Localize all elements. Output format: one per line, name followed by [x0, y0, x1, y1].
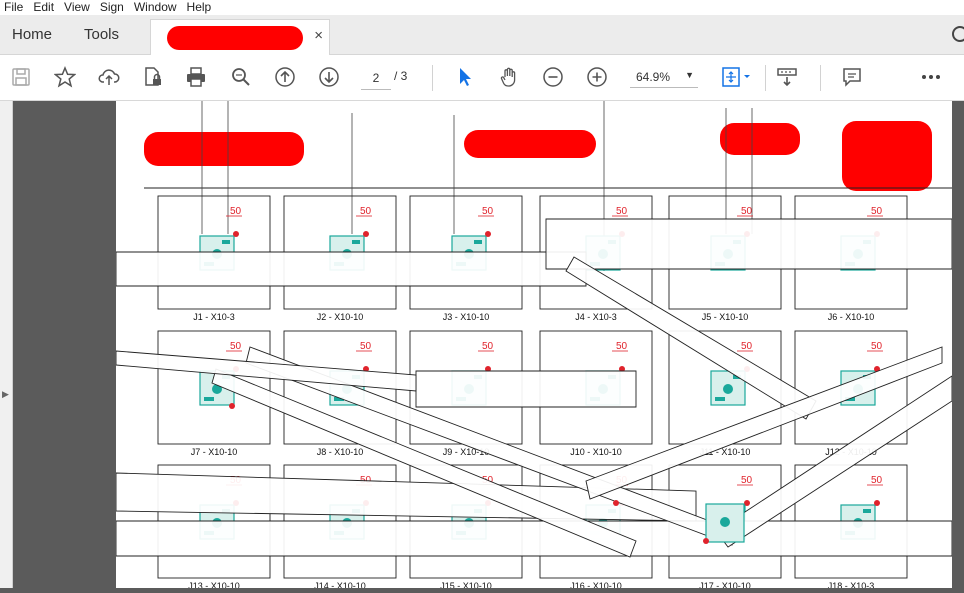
tab-bar: Home Tools × [0, 15, 964, 55]
fit-page-icon[interactable] [718, 64, 756, 90]
dimension-node [485, 231, 491, 237]
dimension-label: 50 [741, 475, 753, 486]
dimension-label: 50 [741, 206, 753, 217]
help-search-icon[interactable] [950, 25, 964, 50]
zoom-search-icon[interactable] [228, 64, 254, 90]
dimension-node [233, 231, 239, 237]
fitting-center [720, 517, 730, 527]
tab-close-button[interactable]: × [314, 27, 323, 44]
redaction-mark [842, 121, 932, 191]
zoom-level-select[interactable]: 64.9% ▼ [630, 67, 698, 88]
menu-view[interactable]: View [60, 0, 94, 15]
menu-bar: File Edit View Sign Window Help [0, 0, 964, 15]
zoom-level-value: 64.9% [636, 70, 671, 84]
menu-edit[interactable]: Edit [29, 0, 58, 15]
bookmark-star-icon[interactable] [52, 64, 78, 90]
joint-label: J14 - X10-10 [314, 581, 366, 588]
joint-label: J4 - X10-3 [575, 312, 617, 322]
joint-label: J16 - X10-10 [570, 581, 622, 588]
fitting-mark [204, 397, 214, 401]
protect-file-icon[interactable] [140, 64, 166, 90]
dimension-label: 50 [871, 206, 883, 217]
dimension-node [744, 500, 750, 506]
dimension-label: 50 [482, 341, 494, 352]
page-number-input[interactable] [361, 67, 391, 90]
pipe-run [545, 218, 953, 270]
tab-tools[interactable]: Tools [84, 15, 119, 54]
page-total: / 3 [394, 69, 408, 83]
redaction-mark [144, 132, 304, 166]
fitting-mark [863, 509, 871, 513]
zoom-out-icon[interactable] [540, 64, 566, 90]
redaction-mark [167, 26, 303, 50]
fitting-mark [715, 397, 725, 401]
dimension-node [874, 500, 880, 506]
dimension-label: 50 [360, 206, 372, 217]
toolbar-divider [765, 65, 766, 91]
more-icon[interactable] [918, 64, 944, 90]
toolbar-divider [820, 65, 821, 91]
menu-window[interactable]: Window [130, 0, 181, 15]
chevron-down-icon: ▼ [685, 70, 694, 80]
hand-tool-icon[interactable] [496, 64, 522, 90]
redaction-mark [464, 130, 596, 158]
page-up-icon[interactable] [272, 64, 298, 90]
joint-label: J2 - X10-10 [317, 312, 364, 322]
joint-label: J1 - X10-3 [193, 312, 235, 322]
scroll-mode-icon[interactable] [774, 64, 800, 90]
select-cursor-icon[interactable] [452, 64, 478, 90]
fitting-center [723, 384, 733, 394]
pipe-run [115, 520, 953, 557]
pipe-run [115, 251, 587, 287]
joint-label: J8 - X10-10 [317, 447, 364, 457]
pipe-run [415, 370, 637, 408]
dimension-label: 50 [871, 341, 883, 352]
dimension-label: 50 [230, 206, 242, 217]
expand-panel-icon[interactable]: ▶ [2, 389, 9, 400]
joint-label: J6 - X10-10 [828, 312, 875, 322]
left-panel-collapsed[interactable]: ▶ [0, 101, 13, 588]
save-icon[interactable] [8, 64, 34, 90]
upload-cloud-icon[interactable] [96, 64, 122, 90]
page-down-icon[interactable] [316, 64, 342, 90]
dimension-label: 50 [230, 341, 242, 352]
joint-label: J7 - X10-10 [191, 447, 238, 457]
joint-label: J10 - X10-10 [570, 447, 622, 457]
tab-document[interactable]: × [150, 19, 330, 55]
joint-label: J15 - X10-10 [440, 581, 492, 588]
dimension-label: 50 [482, 206, 494, 217]
dimension-node [229, 403, 235, 409]
joint-label: J5 - X10-10 [702, 312, 749, 322]
comment-icon[interactable] [839, 64, 865, 90]
joint-label: J3 - X10-10 [443, 312, 490, 322]
main-toolbar: / 3 64.9% ▼ [0, 55, 964, 101]
print-icon[interactable] [183, 64, 209, 90]
fitting-mark [222, 240, 230, 244]
menu-sign[interactable]: Sign [96, 0, 128, 15]
dimension-node [363, 231, 369, 237]
dimension-label: 50 [741, 341, 753, 352]
dimension-node [703, 538, 709, 544]
joint-label: J13 - X10-10 [188, 581, 240, 588]
dimension-label: 50 [616, 206, 628, 217]
zoom-in-icon[interactable] [584, 64, 610, 90]
dimension-node [613, 500, 619, 506]
dimension-label: 50 [871, 475, 883, 486]
joint-label: J17 - X10-10 [699, 581, 751, 588]
menu-file[interactable]: File [0, 0, 27, 15]
fitting-mark [474, 240, 482, 244]
drawing-canvas: 50 J1 - X10-3 50 J2 - X10-10 50 J3 - X10-10 50… [115, 101, 953, 591]
dimension-label: 50 [616, 341, 628, 352]
pdf-page[interactable]: 50 J1 - X10-3 50 J2 - X10-10 50 J3 - X10-10 50… [115, 101, 953, 591]
joint-label: J18 - X10-3 [828, 581, 875, 588]
fitting-mark [352, 240, 360, 244]
redaction-mark [720, 123, 800, 155]
menu-help[interactable]: Help [183, 0, 216, 15]
dimension-label: 50 [360, 341, 372, 352]
toolbar-divider [432, 65, 433, 91]
tab-home[interactable]: Home [12, 15, 52, 54]
